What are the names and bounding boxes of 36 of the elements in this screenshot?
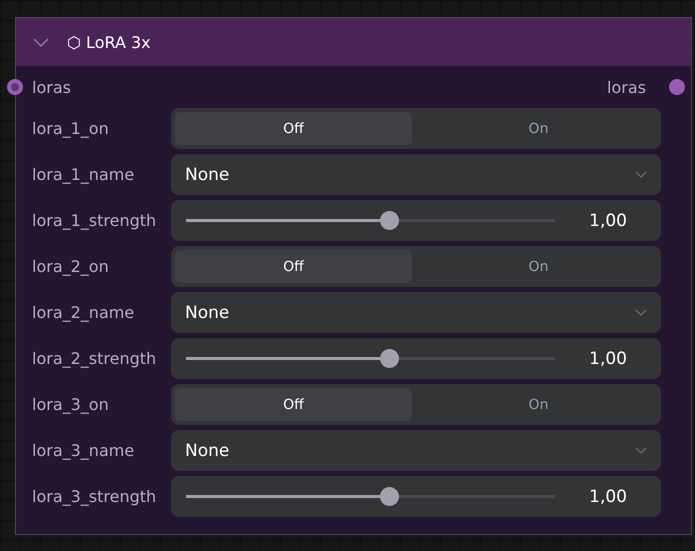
toggle-option[interactable]: On xyxy=(420,250,657,283)
toggle-option[interactable]: Off xyxy=(175,250,412,283)
widget-label: lora_3_on xyxy=(32,395,110,414)
slider-value: 1,00 xyxy=(589,486,627,506)
slider-value: 1,00 xyxy=(589,210,627,230)
widget-label: lora_1_on xyxy=(32,119,110,138)
output-label: loras xyxy=(607,78,646,96)
chevron-down-icon[interactable] xyxy=(33,38,49,46)
output-socket[interactable] xyxy=(669,79,685,95)
input-socket[interactable] xyxy=(7,79,23,95)
widget-label: lora_2_strength xyxy=(32,349,158,368)
dropdown[interactable]: None xyxy=(171,154,661,195)
widget-label: lora_1_name xyxy=(32,165,136,184)
widget-label: lora_2_on xyxy=(32,257,110,276)
slider[interactable]: 1,00 xyxy=(171,338,661,379)
chevron-down-icon xyxy=(635,309,647,316)
input-label: loras xyxy=(32,78,71,96)
dropdown[interactable]: None xyxy=(171,430,661,471)
slider-thumb[interactable] xyxy=(380,349,399,368)
widget-label: lora_3_strength xyxy=(32,487,158,506)
slider-thumb[interactable] xyxy=(380,211,399,230)
slider-value: 1,00 xyxy=(589,348,627,368)
slider[interactable]: 1,00 xyxy=(171,476,661,517)
slider-thumb[interactable] xyxy=(380,487,399,506)
toggle-option[interactable]: On xyxy=(420,112,657,145)
dropdown[interactable]: None xyxy=(171,292,661,333)
widget-label: lora_3_name xyxy=(32,441,136,460)
chevron-down-icon xyxy=(635,447,647,454)
slider[interactable]: 1,00 xyxy=(171,200,661,241)
widget-label: lora_2_name xyxy=(32,303,136,322)
chevron-down-icon xyxy=(635,171,647,178)
toggle-option[interactable]: Off xyxy=(175,388,412,421)
toggle-option[interactable]: Off xyxy=(175,112,412,145)
node-title: ⬡ LoRA 3x xyxy=(67,32,151,52)
widget-label: lora_1_strength xyxy=(32,211,158,230)
toggle-option[interactable]: On xyxy=(420,388,657,421)
